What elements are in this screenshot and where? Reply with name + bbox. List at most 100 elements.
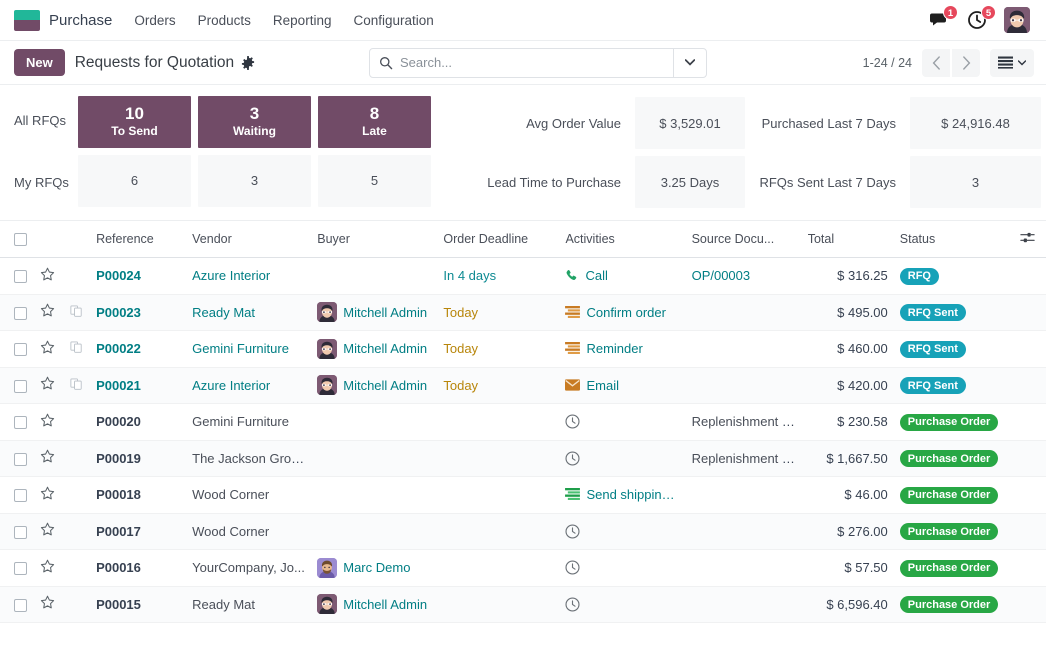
reference-value[interactable]: P00022 — [96, 341, 141, 356]
source-document-value[interactable]: OP/00003 — [692, 268, 751, 283]
buyer-value[interactable]: Mitchell Admin — [343, 597, 427, 612]
purchase-app-logo[interactable] — [14, 10, 40, 31]
cell-order-deadline[interactable] — [437, 404, 559, 441]
activity-wrap[interactable]: Reminder — [565, 341, 679, 356]
activity-wrap[interactable] — [565, 414, 679, 429]
favorite-toggle[interactable] — [40, 522, 55, 537]
cell-buyer[interactable] — [311, 513, 437, 550]
header-order-deadline[interactable]: Order Deadline — [437, 221, 559, 258]
buyer-value[interactable]: Mitchell Admin — [343, 378, 427, 393]
cell-status[interactable]: RFQ Sent — [894, 331, 1014, 368]
row-checkbox[interactable] — [14, 599, 27, 612]
cell-buyer[interactable]: Mitchell Admin — [311, 586, 437, 623]
cell-buyer[interactable] — [311, 477, 437, 514]
cell-order-deadline[interactable] — [437, 477, 559, 514]
row-checkbox[interactable] — [14, 380, 27, 393]
activity-wrap[interactable]: Send shipping... — [565, 487, 679, 502]
vendor-value[interactable]: Gemini Furniture — [192, 341, 289, 356]
cell-total[interactable]: $ 316.25 — [802, 258, 894, 295]
row-checkbox[interactable] — [14, 307, 27, 320]
cell-total[interactable]: $ 46.00 — [802, 477, 894, 514]
menu-item-products[interactable]: Products — [198, 13, 251, 28]
favorite-toggle[interactable] — [40, 340, 55, 355]
header-status[interactable]: Status — [894, 221, 1014, 258]
cell-source-document[interactable] — [686, 294, 802, 331]
cell-activities[interactable]: Email — [559, 367, 685, 404]
cell-total[interactable]: $ 6,596.40 — [802, 586, 894, 623]
cell-total[interactable]: $ 230.58 — [802, 404, 894, 441]
cell-status[interactable]: RFQ Sent — [894, 294, 1014, 331]
cell-status[interactable]: Purchase Order — [894, 586, 1014, 623]
cell-total[interactable]: $ 1,667.50 — [802, 440, 894, 477]
table-row[interactable]: P00020Gemini FurnitureReplenishment R...… — [0, 404, 1046, 441]
metric-value-avg-order-value[interactable]: $ 3,529.01 — [635, 97, 745, 149]
reference-value[interactable]: P00024 — [96, 268, 141, 283]
table-row[interactable]: P00018Wood CornerSend shipping...$ 46.00… — [0, 477, 1046, 514]
header-activities[interactable]: Activities — [559, 221, 685, 258]
table-row[interactable]: P00021Azure InteriorMitchell AdminTodayE… — [0, 367, 1046, 404]
cell-reference[interactable]: P00019 — [90, 440, 186, 477]
cell-order-deadline[interactable]: Today — [437, 331, 559, 368]
metric-value-lead-time[interactable]: 3.25 Days — [635, 156, 745, 208]
cell-vendor[interactable]: YourCompany, Jo... — [186, 550, 311, 587]
cell-status[interactable]: Purchase Order — [894, 404, 1014, 441]
user-avatar[interactable] — [1004, 7, 1030, 33]
cell-status[interactable]: RFQ — [894, 258, 1014, 295]
activity-wrap[interactable]: Confirm order — [565, 305, 679, 320]
cell-source-document[interactable] — [686, 367, 802, 404]
cell-source-document[interactable]: Replenishment R... — [686, 404, 802, 441]
activity-wrap[interactable] — [565, 524, 679, 539]
cell-buyer[interactable] — [311, 258, 437, 295]
reference-value[interactable]: P00021 — [96, 378, 141, 393]
cell-status[interactable]: Purchase Order — [894, 440, 1014, 477]
vendor-value[interactable]: Azure Interior — [192, 378, 270, 393]
pager-previous-button[interactable] — [922, 49, 950, 77]
header-reference[interactable]: Reference — [90, 221, 186, 258]
cell-vendor[interactable]: The Jackson Group — [186, 440, 311, 477]
cell-total[interactable]: $ 57.50 — [802, 550, 894, 587]
header-vendor[interactable]: Vendor — [186, 221, 311, 258]
header-total[interactable]: Total — [802, 221, 894, 258]
cell-activities[interactable] — [559, 404, 685, 441]
cell-buyer[interactable] — [311, 440, 437, 477]
favorite-toggle[interactable] — [40, 267, 55, 282]
table-row[interactable]: P00023Ready MatMitchell AdminTodayConfir… — [0, 294, 1046, 331]
row-checkbox[interactable] — [14, 416, 27, 429]
cell-buyer[interactable]: Mitchell Admin — [311, 367, 437, 404]
header-buyer[interactable]: Buyer — [311, 221, 437, 258]
cell-source-document[interactable]: Replenishment R... — [686, 440, 802, 477]
cell-activities[interactable]: Confirm order — [559, 294, 685, 331]
metric-value-purchased-last-7-days[interactable]: $ 24,916.48 — [910, 97, 1041, 149]
table-row[interactable]: P00015Ready MatMitchell Admin$ 6,596.40P… — [0, 586, 1046, 623]
all-rfqs-to-send-card[interactable]: 10 To Send — [78, 96, 191, 148]
favorite-toggle[interactable] — [40, 486, 55, 501]
favorite-toggle[interactable] — [40, 449, 55, 464]
select-all-checkbox[interactable] — [14, 233, 27, 246]
favorite-toggle[interactable] — [40, 303, 55, 318]
table-row[interactable]: P00022 Gemini Furniture Mitchell Admin Toda… — [0, 331, 1046, 368]
table-row[interactable]: P00024Azure InteriorIn 4 daysCallOP/0000… — [0, 258, 1046, 295]
cell-reference[interactable]: P00021 — [90, 367, 186, 404]
cell-source-document[interactable]: OP/00003 — [686, 258, 802, 295]
activity-wrap[interactable] — [565, 451, 679, 466]
row-checkbox[interactable] — [14, 343, 27, 356]
search-dropdown-toggle[interactable] — [673, 49, 706, 77]
cell-source-document[interactable] — [686, 477, 802, 514]
row-checkbox[interactable] — [14, 526, 27, 539]
cell-status[interactable]: RFQ Sent — [894, 367, 1014, 404]
cell-source-document[interactable] — [686, 550, 802, 587]
cell-order-deadline[interactable]: In 4 days — [437, 258, 559, 295]
activity-wrap[interactable] — [565, 560, 679, 575]
all-rfqs-late-card[interactable]: 8 Late — [318, 96, 431, 148]
app-name[interactable]: Purchase — [49, 12, 112, 29]
cell-vendor[interactable]: Wood Corner — [186, 477, 311, 514]
cell-buyer[interactable] — [311, 404, 437, 441]
cell-total[interactable]: $ 495.00 — [802, 294, 894, 331]
row-checkbox[interactable] — [14, 270, 27, 283]
activities-button[interactable]: 5 — [966, 8, 990, 32]
buyer-value[interactable]: Marc Demo — [343, 560, 410, 575]
buyer-value[interactable]: Mitchell Admin — [343, 341, 427, 356]
activity-wrap[interactable]: Call — [565, 268, 679, 283]
cell-activities[interactable] — [559, 586, 685, 623]
cell-activities[interactable] — [559, 550, 685, 587]
